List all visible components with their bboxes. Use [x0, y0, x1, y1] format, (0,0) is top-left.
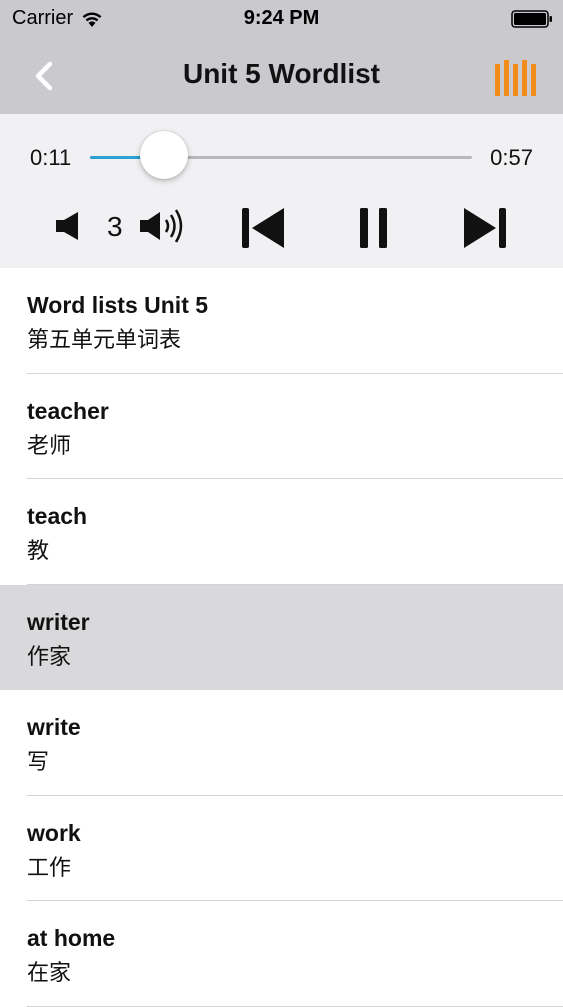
- list-item[interactable]: write 写: [0, 690, 563, 796]
- word-english: write: [27, 714, 81, 740]
- word-chinese: 老师: [27, 432, 72, 458]
- volume-level: 3: [107, 211, 123, 242]
- word-english: teacher: [27, 397, 109, 424]
- list-item[interactable]: work 工作: [0, 796, 563, 901]
- word-chinese: 写: [27, 749, 50, 774]
- next-track-icon[interactable]: [462, 206, 508, 250]
- audio-player: 0:11 0:57 3: [0, 114, 563, 268]
- status-bar: Carrier 9:24 PM: [0, 0, 563, 38]
- list-item[interactable]: at home 在家: [0, 901, 563, 1007]
- word-english: teach: [27, 503, 88, 529]
- word-chinese: 在家: [27, 960, 72, 985]
- word-chinese: 教: [27, 538, 50, 563]
- word-english: Word lists Unit 5: [27, 292, 209, 318]
- page-title: Unit 5 Wordlist: [182, 58, 381, 89]
- navigation-bar: Unit 5 Wordlist: [0, 38, 563, 114]
- divider: [27, 1005, 563, 1007]
- word-chinese: 第五单元单词表: [27, 327, 182, 352]
- list-item[interactable]: Word lists Unit 5 第五单元单词表: [0, 268, 563, 374]
- bars-icon[interactable]: [495, 60, 537, 96]
- word-chinese: 作家: [27, 643, 72, 669]
- word-english: at home: [27, 925, 116, 951]
- list-item[interactable]: teacher 老师: [0, 374, 563, 479]
- pause-icon[interactable]: [358, 206, 390, 250]
- word-list: Word lists Unit 5 第五单元单词表 teacher 老师 tea…: [0, 268, 563, 1007]
- elapsed-time: 0:11: [30, 145, 72, 170]
- previous-track-icon[interactable]: [240, 206, 286, 250]
- total-time: 0:57: [490, 145, 533, 170]
- list-item[interactable]: writer 作家: [0, 584, 563, 690]
- battery-icon: [511, 10, 552, 28]
- word-chinese: 工作: [27, 854, 72, 880]
- status-time: 9:24 PM: [243, 7, 320, 29]
- word-english: work: [27, 819, 81, 846]
- word-english: writer: [27, 608, 90, 635]
- volume-up-icon[interactable]: [138, 206, 190, 246]
- list-item[interactable]: teach 教: [0, 479, 563, 585]
- progress-thumb[interactable]: [139, 131, 188, 179]
- volume-down-icon[interactable]: [54, 210, 82, 242]
